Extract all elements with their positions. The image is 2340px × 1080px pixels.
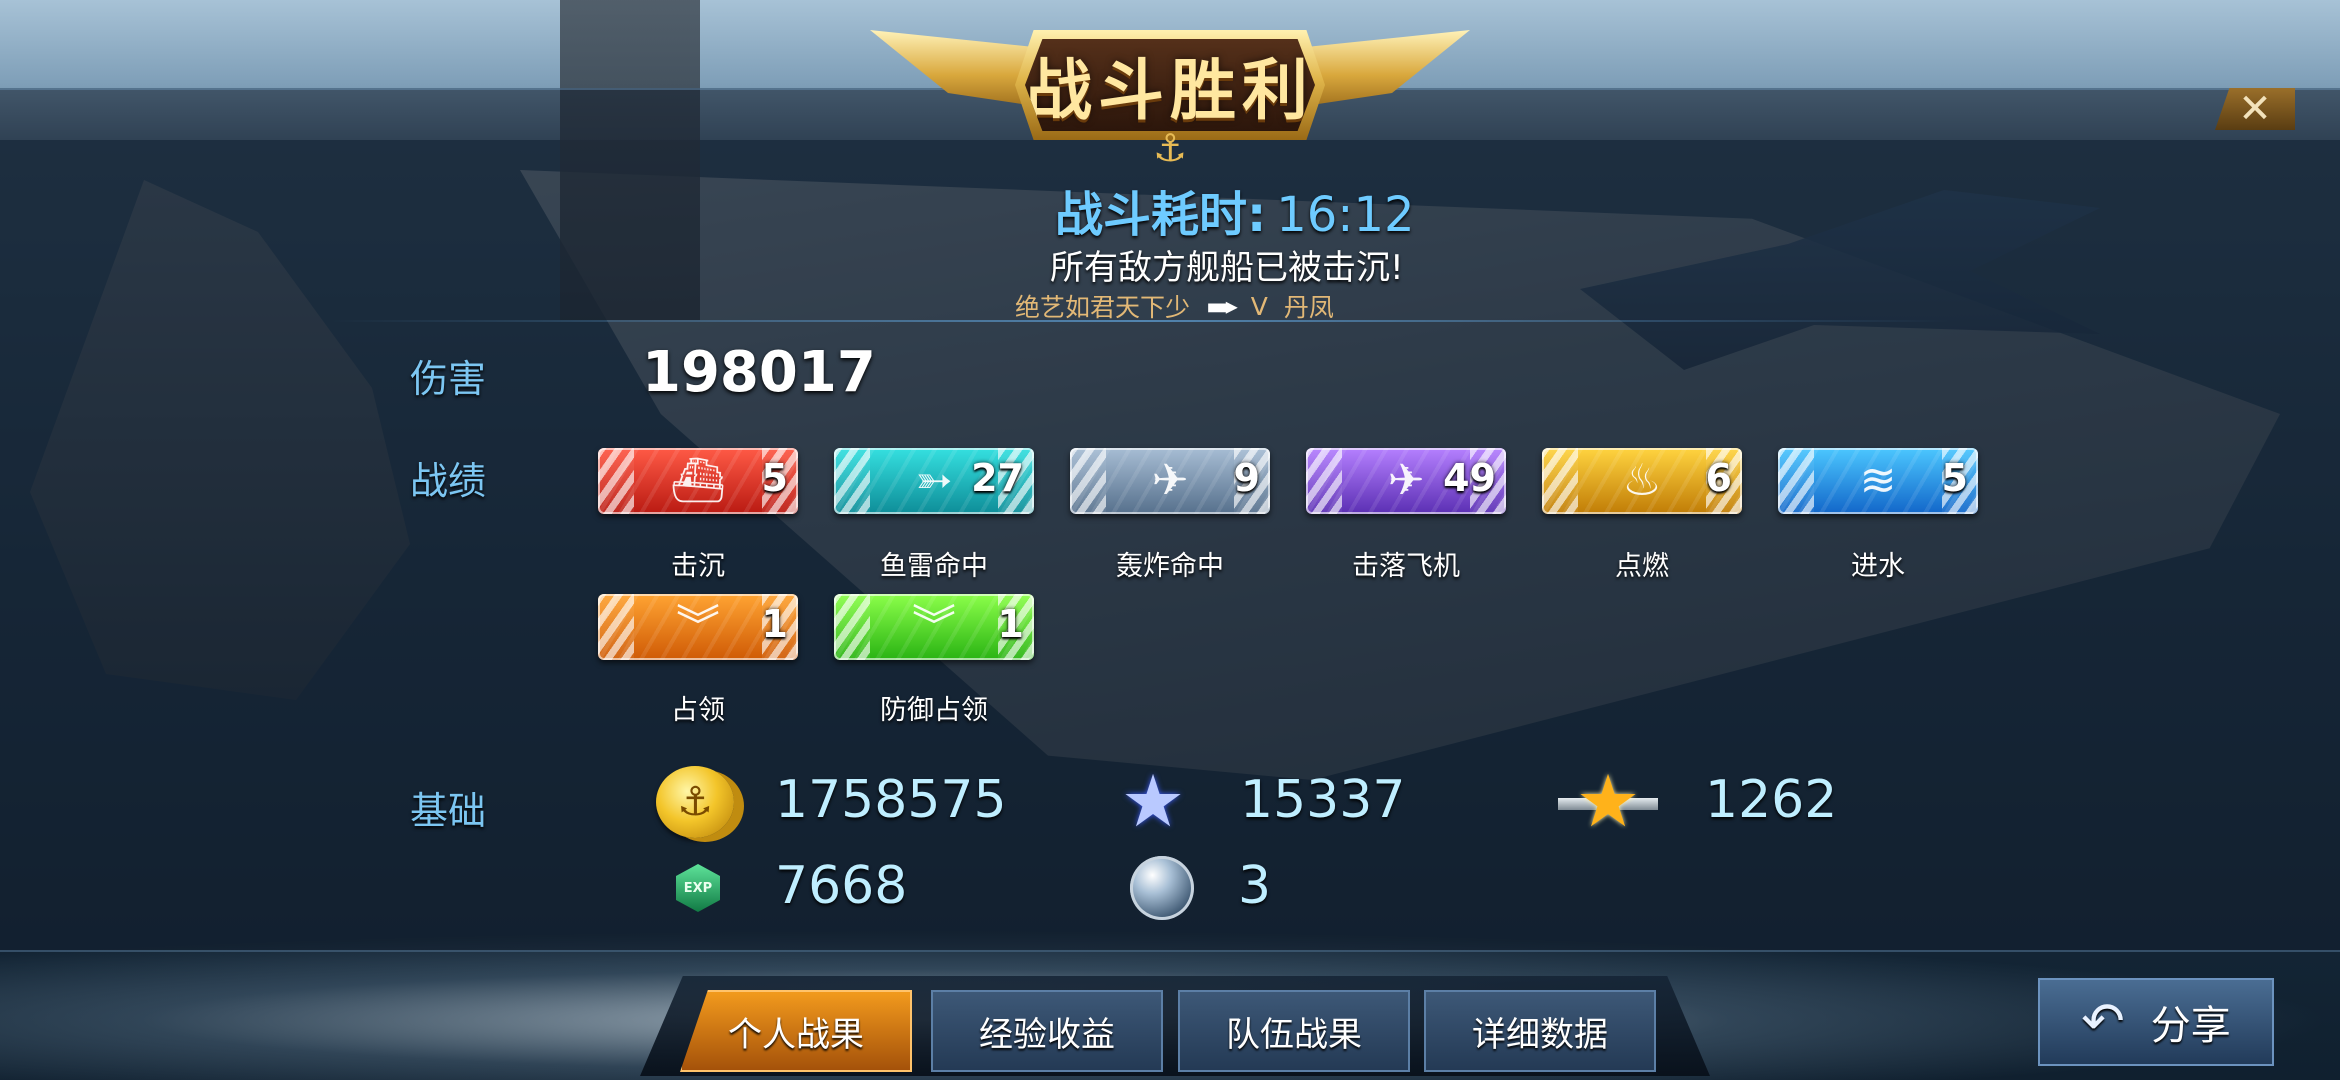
medal-count: 1 — [997, 602, 1024, 646]
medal-label: 轰炸命中 — [1116, 551, 1224, 582]
medal-defend-capture[interactable]: ︾ 1 — [834, 594, 1034, 660]
medal-planes-shot-down[interactable]: ✈ 49 — [1306, 448, 1506, 514]
torpedo-icon: ➳ — [915, 455, 953, 506]
player-title: 丹凤 — [1283, 293, 1334, 322]
medal-count: 5 — [1941, 456, 1968, 500]
tab-experience-gain[interactable]: 经验收益 — [931, 990, 1163, 1072]
exp-value: 7668 — [775, 856, 908, 916]
flooding-icon: ≋ — [1859, 455, 1897, 506]
defend-capture-icon: ︾ — [912, 601, 956, 652]
banner-plate: 战斗胜利 — [1015, 30, 1325, 140]
medal-label: 进水 — [1851, 551, 1905, 582]
capture-icon: ︾ — [676, 601, 720, 652]
medal-count: 6 — [1705, 456, 1732, 500]
anchor-icon: ⚓ — [1152, 126, 1188, 170]
medal-torpedo-hit[interactable]: ➳ 27 — [834, 448, 1034, 514]
player-name: 绝艺如君天下少 — [1015, 293, 1191, 322]
divider — [330, 320, 1950, 322]
share-arrow-icon: ↶ — [2081, 992, 2125, 1052]
battle-result-text: 所有敌方舰船已被击沉! — [1050, 248, 1404, 288]
plane-shotdown-icon: ✈ — [1387, 455, 1425, 506]
victory-title: 战斗胜利 — [1026, 52, 1314, 129]
medal-label: 击落飞机 — [1352, 551, 1460, 582]
damage-value: 198017 — [642, 340, 876, 405]
share-button[interactable]: ↶ 分享 — [2038, 978, 2274, 1066]
medal-count: 5 — [761, 456, 788, 500]
medal-sink[interactable]: ⛴ 5 — [598, 448, 798, 514]
medal-bomb-hit[interactable]: ✈ 9 — [1070, 448, 1270, 514]
medal-label: 点燃 — [1615, 551, 1669, 582]
medal-label: 击沉 — [671, 551, 725, 582]
globe-icon — [1130, 856, 1194, 920]
medal-count: 49 — [1443, 456, 1496, 500]
blue-star-value: 15337 — [1240, 770, 1406, 830]
medal-flooding[interactable]: ≋ 5 — [1778, 448, 1978, 514]
medal-count: 27 — [971, 456, 1024, 500]
arrow-icon: ▬▸ — [1206, 292, 1238, 320]
bomber-icon: ✈ — [1151, 455, 1189, 506]
victory-banner: 战斗胜利 ⚓ — [870, 0, 1470, 170]
damage-label: 伤害 — [410, 357, 487, 401]
share-label: 分享 — [2150, 1003, 2231, 1049]
blue-star-icon: ★ — [1120, 759, 1186, 843]
medal-label: 防御占领 — [880, 695, 988, 726]
rank-star-icon: ★ — [1558, 759, 1658, 843]
duration-label: 战斗耗时: — [1055, 187, 1267, 243]
gold-coin-icon: ⚓ — [656, 766, 734, 838]
medal-label: 占领 — [671, 695, 725, 726]
achievements-label: 战绩 — [410, 459, 487, 503]
gold-value: 1758575 — [775, 770, 1007, 830]
fire-icon: ♨ — [1622, 455, 1662, 506]
player-line: 绝艺如君天下少 ▬▸ V 丹凤 — [1015, 288, 1334, 324]
base-label: 基础 — [410, 789, 487, 833]
duration-value: 16:12 — [1276, 187, 1415, 243]
tab-detailed-data[interactable]: 详细数据 — [1424, 990, 1656, 1072]
player-rank: V — [1250, 291, 1268, 321]
medal-ignite[interactable]: ♨ 6 — [1542, 448, 1742, 514]
medal-capture[interactable]: ︾ 1 — [598, 594, 798, 660]
medal-label: 鱼雷命中 — [880, 551, 988, 582]
ship-sink-icon: ⛴ — [670, 455, 726, 506]
medal-count: 9 — [1233, 456, 1260, 500]
battle-duration: 战斗耗时: 16:12 — [1055, 175, 1415, 245]
tab-team-results[interactable]: 队伍战果 — [1178, 990, 1410, 1072]
tab-personal-results[interactable]: 个人战果 — [680, 990, 912, 1072]
globe-value: 3 — [1238, 856, 1272, 916]
medal-count: 1 — [761, 602, 788, 646]
rank-star-value: 1262 — [1705, 770, 1838, 830]
